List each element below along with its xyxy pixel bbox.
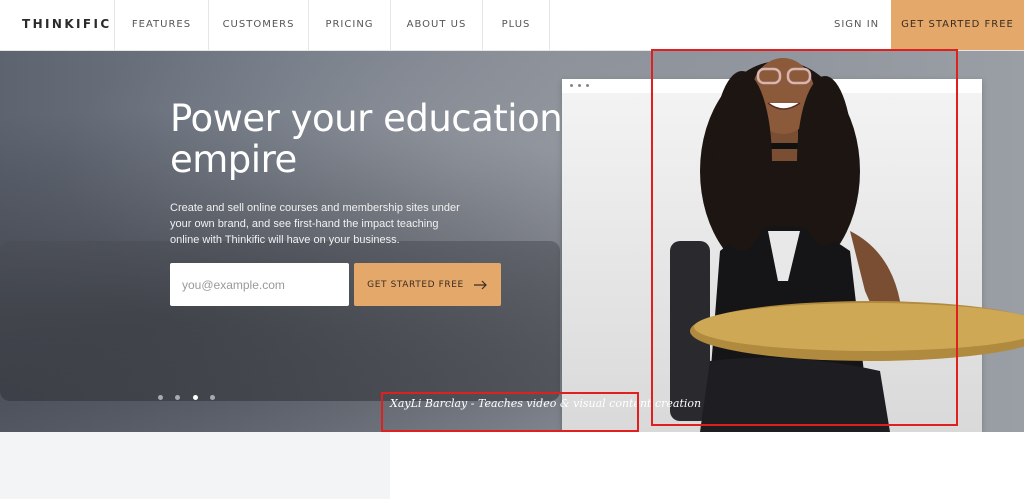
annotation-box-caption [381,392,639,432]
get-started-button[interactable]: GET STARTED FREE [354,263,501,306]
thinkific-logo[interactable]: THINKIFIC [22,17,112,31]
browser-dot-icon [578,84,581,87]
hero-title: Power your education empire [170,97,563,181]
annotation-box-photo [651,49,958,426]
nav-item-customers[interactable]: CUSTOMERS [208,0,308,50]
arrow-right-icon [473,280,487,289]
nav-item-plus[interactable]: PLUS [482,0,550,50]
browser-dot-icon [570,84,573,87]
bottom-section-right [390,432,1024,499]
email-input[interactable] [170,263,349,306]
carousel-dot[interactable] [210,395,215,400]
browser-dot-icon [586,84,589,87]
bottom-section-left [0,432,390,499]
top-navigation: THINKIFIC FEATURES CUSTOMERS PRICING ABO… [0,0,1024,51]
nav-get-started-button[interactable]: GET STARTED FREE [891,0,1024,50]
carousel-dot[interactable] [175,395,180,400]
carousel-dot-active[interactable] [193,395,198,400]
nav-item-pricing[interactable]: PRICING [308,0,390,50]
nav-item-features[interactable]: FEATURES [114,0,208,50]
nav-item-about-us[interactable]: ABOUT US [390,0,482,50]
sign-in-link[interactable]: SIGN IN [834,0,879,50]
get-started-label: GET STARTED FREE [367,279,464,290]
hero-description: Create and sell online courses and membe… [170,202,460,246]
carousel-dot[interactable] [158,395,163,400]
